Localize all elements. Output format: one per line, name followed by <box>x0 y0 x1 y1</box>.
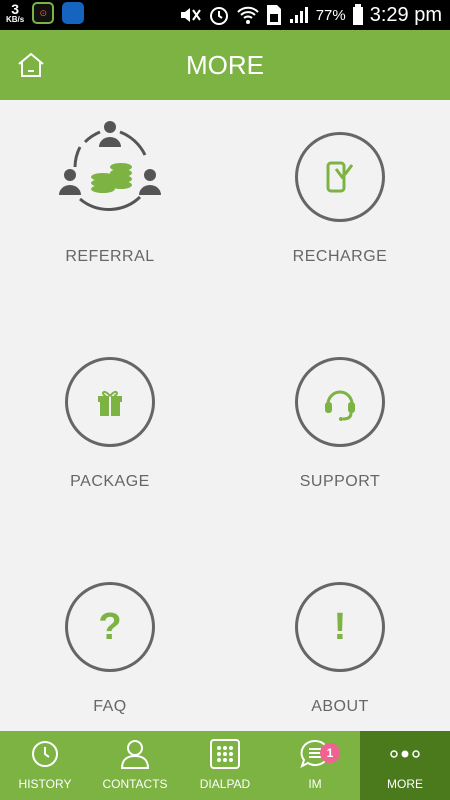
clock-icon <box>32 741 58 767</box>
phone-recharge-icon <box>326 161 354 193</box>
nav-label: IM <box>308 777 322 791</box>
support-circle <box>295 357 385 447</box>
bottom-navigation: HISTORY CONTACTS DIALPAD 1 IM MORE <box>0 731 450 800</box>
exclamation-icon: ! <box>333 605 347 648</box>
speed-unit: KB/s <box>6 15 25 24</box>
menu-label: PACKAGE <box>70 473 150 490</box>
nav-more[interactable]: MORE <box>360 731 450 800</box>
notification-app-icon: ⊙ <box>32 2 55 24</box>
menu-label: ABOUT <box>311 698 369 715</box>
menu-label: REFERRAL <box>65 248 155 265</box>
package-menu-item[interactable]: PACKAGE <box>10 337 210 537</box>
nav-im[interactable]: 1 IM <box>270 731 360 800</box>
menu-label: SUPPORT <box>299 473 381 490</box>
gift-icon <box>98 390 122 416</box>
speed-value: 3 <box>11 1 20 17</box>
about-circle: ! <box>295 582 385 672</box>
person-icon <box>120 740 150 769</box>
sim-icon <box>266 5 281 25</box>
menu-label: RECHARGE <box>292 248 388 265</box>
alarm-icon <box>209 7 228 25</box>
menu-label: FAQ <box>93 698 127 715</box>
battery-icon <box>352 4 363 25</box>
clock-time: 3:29 pm <box>369 3 442 26</box>
battery-percent: 77% <box>315 6 346 24</box>
nav-history[interactable]: HISTORY <box>0 731 90 800</box>
page-title: MORE <box>186 50 264 80</box>
nav-label: DIALPAD <box>199 777 251 791</box>
package-circle <box>65 357 155 447</box>
signal-icon <box>289 7 308 23</box>
notification-app-icon <box>62 2 85 24</box>
mute-icon <box>180 8 201 22</box>
support-menu-item[interactable]: SUPPORT <box>240 337 440 537</box>
nav-dialpad[interactable]: DIALPAD <box>180 731 270 800</box>
unread-badge: 1 <box>320 743 340 763</box>
nav-label: MORE <box>387 777 423 791</box>
headset-icon <box>325 390 355 421</box>
wifi-icon <box>236 6 259 24</box>
network-speed: 3 KB/s <box>6 2 24 24</box>
faq-circle: ? <box>65 582 155 672</box>
recharge-circle <box>295 132 385 222</box>
dialpad-icon <box>210 739 240 769</box>
nav-contacts[interactable]: CONTACTS <box>90 731 180 800</box>
referral-icon <box>59 121 161 211</box>
recharge-menu-item[interactable]: RECHARGE <box>240 112 440 312</box>
app-header: MORE <box>0 30 450 100</box>
referral-menu-item[interactable]: REFERRAL <box>10 112 210 312</box>
dots-icon <box>390 750 420 758</box>
nav-label: CONTACTS <box>102 777 168 791</box>
question-icon: ? <box>98 605 122 648</box>
status-bar: 3 KB/s ⊙ 77% 3:29 pm <box>0 0 450 30</box>
nav-label: HISTORY <box>18 777 72 791</box>
